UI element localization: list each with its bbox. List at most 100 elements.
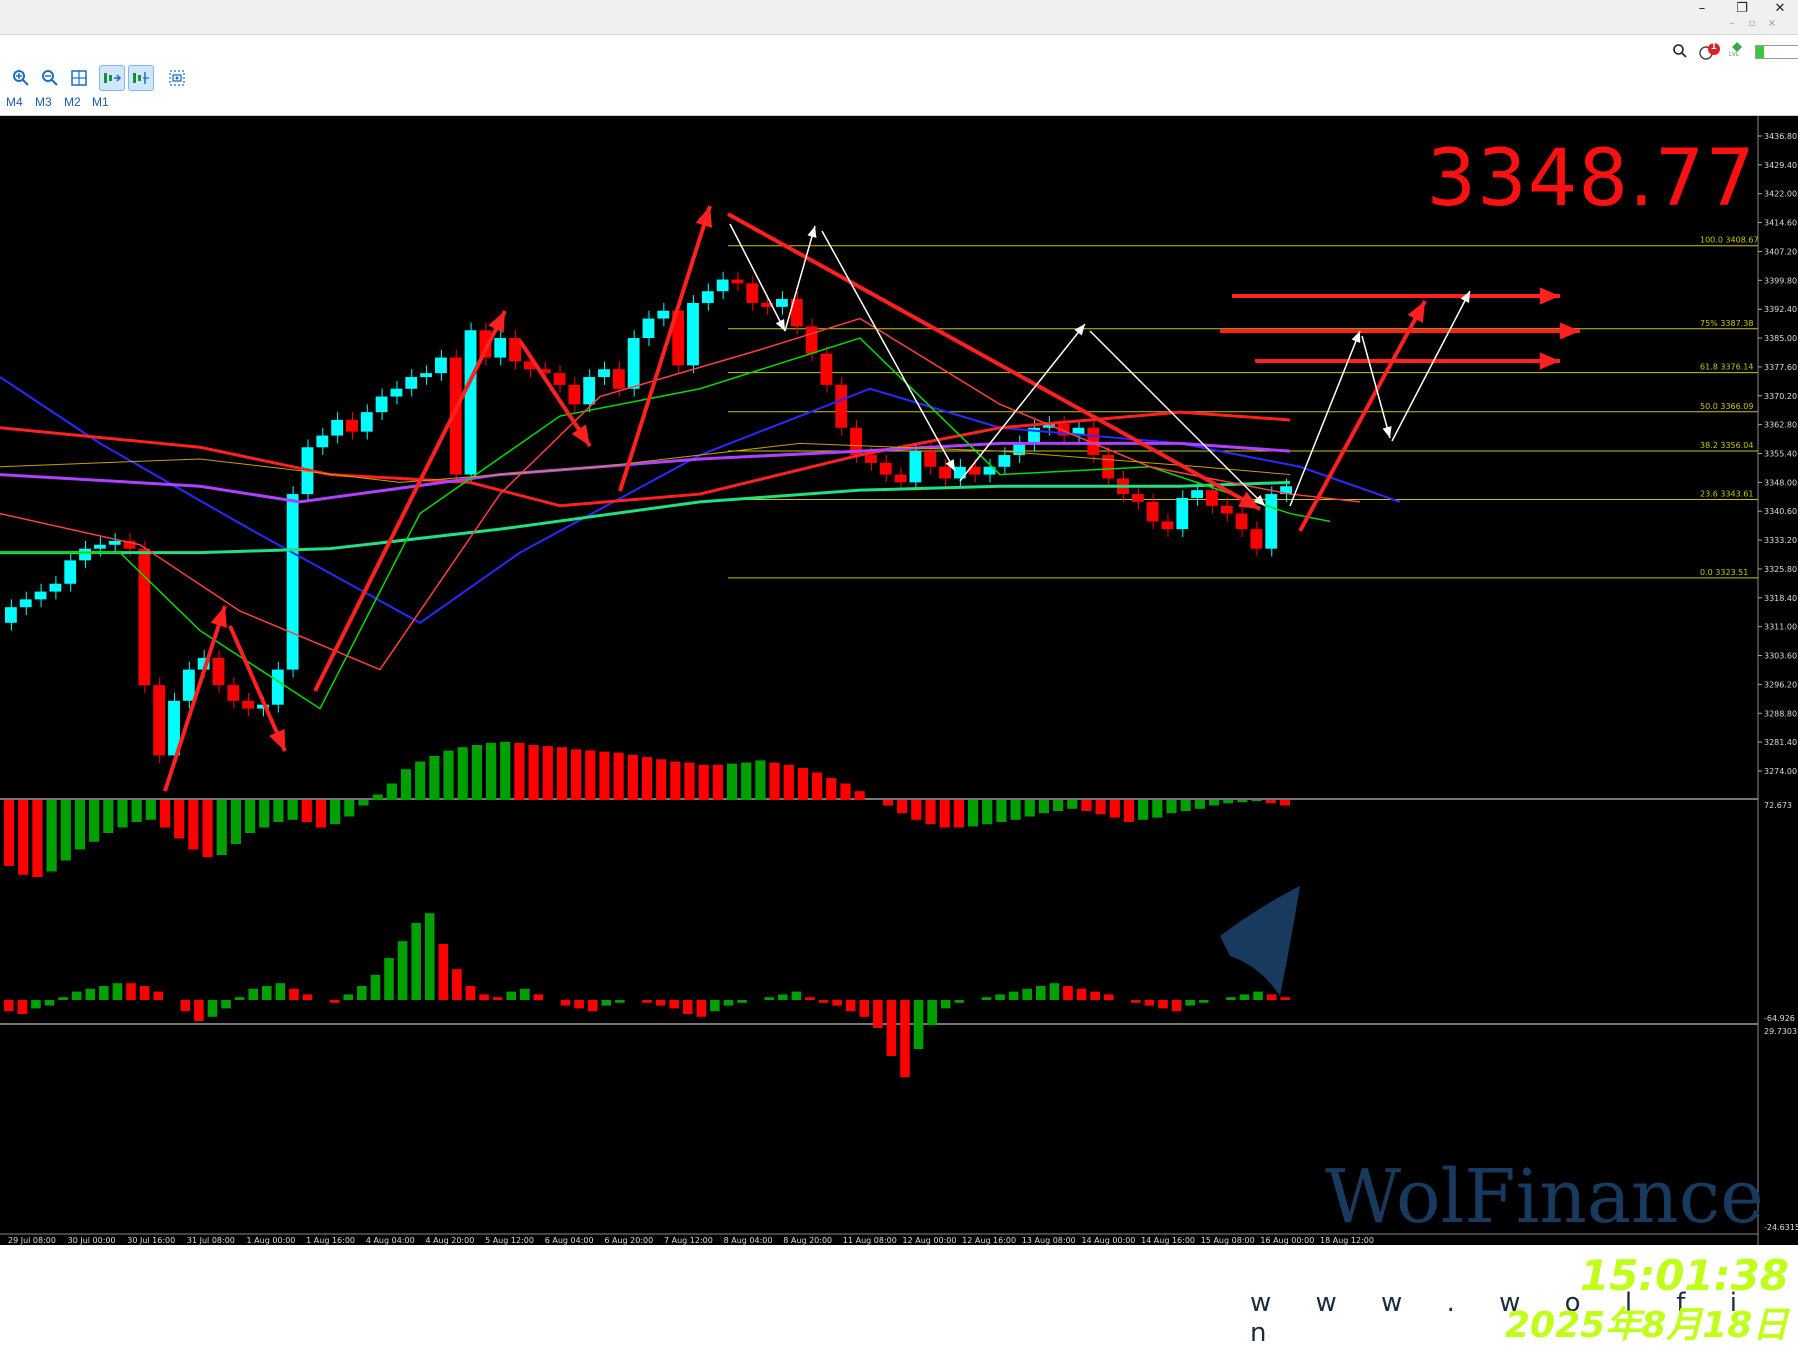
indicator1-bar (372, 794, 383, 800)
search-icon[interactable] (1672, 43, 1688, 59)
white-arrow-head (807, 226, 817, 238)
timeframe-m4[interactable]: M4 (6, 95, 23, 109)
candle-body (390, 388, 403, 397)
indicator1-bar (627, 754, 638, 800)
autoscroll-icon[interactable] (99, 65, 125, 91)
indicator2-bar (58, 997, 68, 1000)
indicator1-bar (641, 757, 653, 800)
indicator1-bar (656, 759, 667, 800)
indicator1-bar (599, 751, 610, 800)
notifications-icon[interactable]: 1 (1698, 41, 1722, 60)
zoom-in-icon[interactable] (8, 65, 34, 91)
indicator1-bar (741, 762, 752, 800)
chart-area[interactable]: 3436.80 3429.40 3422.00 3414.60 3407.20 3399.… (0, 116, 1798, 1348)
indicator1-bar (315, 800, 327, 828)
indicator1-bar (386, 783, 397, 800)
candle-body (360, 412, 373, 432)
x-tick-label: 16 Aug 00:00 (1260, 1236, 1314, 1245)
x-tick-label: 29 Jul 08:00 (8, 1236, 56, 1245)
indicator2-bar (411, 923, 421, 1000)
indicator2-bar (44, 1000, 55, 1006)
white-arrow (1289, 330, 1361, 507)
candle-body (1161, 521, 1174, 530)
indicator2-bar (1226, 997, 1236, 1000)
indicator2-bar (682, 1000, 693, 1014)
indicator1-bar (202, 800, 213, 858)
indicator1-bar (159, 800, 171, 828)
x-tick-label: 12 Aug 00:00 (903, 1236, 957, 1245)
x-tick-label: 8 Aug 04:00 (724, 1236, 773, 1245)
x-tick-label: 31 Jul 08:00 (187, 1236, 235, 1245)
candle-body (331, 419, 344, 436)
indicator1-bar (670, 761, 681, 800)
y-tick-label: 3422.00 (1764, 190, 1797, 199)
indicator2-bar (954, 1000, 965, 1003)
y-tick-label: 3325.80 (1764, 565, 1797, 574)
indicator1-bar (982, 800, 993, 825)
indicator1-bar (528, 745, 539, 800)
timeframe-m3[interactable]: M3 (35, 95, 52, 109)
indicator1-bar (967, 800, 979, 827)
indicator2-bar (1076, 988, 1087, 1000)
y-tick-label: 3281.40 (1764, 738, 1797, 747)
candle-body (805, 326, 818, 354)
indicator2-bar (1103, 994, 1114, 1000)
zoom-out-icon[interactable] (37, 65, 63, 91)
ma-red-thin-line (0, 317, 1361, 671)
restore-button[interactable]: ❐ (1724, 2, 1760, 16)
indicator1-bar (1053, 800, 1064, 811)
candle-body (746, 283, 759, 303)
timeframe-m2[interactable]: M2 (64, 95, 81, 109)
screenshot-icon[interactable] (164, 65, 190, 91)
price-chart-canvas[interactable]: 3436.80 3429.40 3422.00 3414.60 3407.20 3399.… (0, 116, 1798, 1245)
candle-body (731, 279, 744, 284)
indicator2-bar (1185, 1000, 1195, 1006)
candle-body (568, 384, 581, 405)
watermark-text: WolFinance (1325, 1154, 1764, 1240)
close-button[interactable]: ✕ (1762, 2, 1798, 16)
indicator1-bar (244, 800, 256, 833)
current-price: 3348.77 (1426, 134, 1756, 224)
sub-restore-button[interactable]: ▫ (1742, 18, 1762, 30)
indicator1-bar (145, 800, 156, 820)
candle-body (716, 279, 729, 292)
level-icon[interactable]: LVL (1729, 41, 1743, 58)
indicator2-bar (723, 1000, 734, 1006)
indicator1-bar (897, 800, 908, 814)
sub-minimize-button[interactable]: – (1722, 18, 1742, 30)
x-tick-label: 14 Aug 00:00 (1081, 1236, 1135, 1245)
candle-body (998, 455, 1011, 467)
sub-close-button[interactable]: × (1762, 18, 1782, 30)
indicator1-bar (514, 742, 525, 800)
indicator1-bar (32, 800, 43, 877)
clock-time: 15:01:38 (1580, 1251, 1789, 1300)
y-tick-label: 3296.20 (1764, 680, 1797, 689)
indicator1-bar (485, 742, 497, 800)
indicator1-bar (287, 800, 298, 820)
x-tick-label: 4 Aug 04:00 (366, 1236, 415, 1245)
chart-shift-icon[interactable] (128, 65, 154, 91)
x-tick-label: 14 Aug 16:00 (1141, 1236, 1195, 1245)
indicator1-bar (230, 800, 241, 844)
x-tick-label: 8 Aug 20:00 (783, 1236, 832, 1245)
grid-icon[interactable] (66, 65, 92, 91)
indicator1-bar (471, 745, 482, 800)
x-tick-label: 6 Aug 20:00 (604, 1236, 653, 1245)
indicator2-bar (913, 1000, 924, 1049)
candle-body (34, 591, 47, 600)
indicator2-scale-top: 29.7303 (1764, 1027, 1797, 1036)
y-tick-label: 3414.60 (1764, 219, 1797, 228)
x-tick-label: 12 Aug 16:00 (962, 1236, 1016, 1245)
indicator1-bar (1223, 800, 1234, 804)
minimize-button[interactable]: – (1684, 2, 1720, 16)
candle-body (182, 669, 195, 701)
timeframe-m1[interactable]: M1 (92, 95, 109, 109)
indicator2-bar (886, 1000, 897, 1056)
indicator1-scale-bottom: -64.926 (1764, 1014, 1795, 1023)
candle-body (375, 396, 388, 413)
indicator2-bar (873, 1000, 883, 1028)
y-tick-label: 3436.80 (1764, 132, 1797, 141)
indicator2-bar (248, 988, 258, 1000)
indicator1-bar (1152, 800, 1163, 818)
candle-body (271, 669, 284, 705)
